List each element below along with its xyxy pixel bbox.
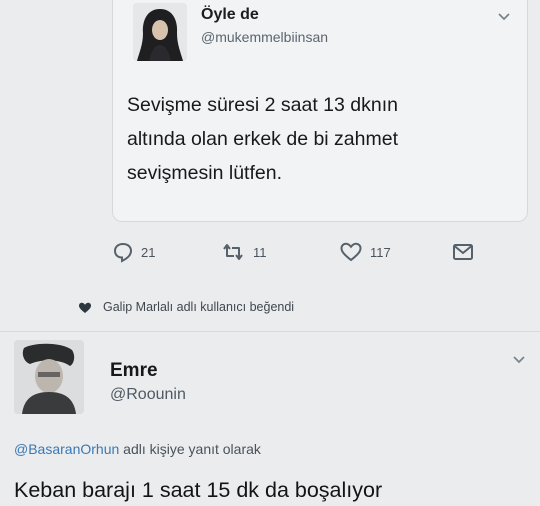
reply-display-name[interactable]: Emre (110, 360, 158, 382)
like-icon (340, 242, 362, 262)
reply-handle[interactable]: @Roounin (110, 386, 186, 404)
retweet-count: 11 (253, 244, 267, 260)
quoted-text-line: altında olan erkek de bi zahmet (127, 128, 399, 150)
heart-icon (79, 302, 91, 313)
like-notice-text: Galip Marlalı adlı kullanıcı beğendi (103, 300, 295, 314)
message-button[interactable] (452, 238, 474, 266)
chevron-down-icon[interactable] (512, 355, 526, 365)
retweet-icon (223, 244, 243, 260)
like-count: 117 (370, 244, 391, 260)
tweet-actions: 21 11 117 (0, 238, 540, 266)
quoted-display-name[interactable]: Öyle de (201, 6, 259, 24)
divider (0, 331, 540, 332)
reply-tweet-text: Keban barajı 1 saat 15 dk da boşalıyor (14, 478, 383, 502)
quoted-text-line: Sevişme süresi 2 saat 13 dknın (127, 94, 398, 116)
reply-context-suffix: adlı kişiye yanıt olarak (119, 441, 261, 457)
retweet-button[interactable]: 11 (220, 238, 267, 266)
quoted-tweet-card[interactable]: Öyle de @mukemmelbiinsan Sevişme süresi … (112, 0, 528, 222)
message-icon (453, 244, 473, 260)
like-notice[interactable]: Galip Marlalı adlı kullanıcı beğendi (78, 300, 294, 314)
quoted-tweet-text: Sevişme süresi 2 saat 13 dknın altında o… (127, 88, 522, 190)
reply-button[interactable]: 21 (112, 238, 155, 266)
quoted-handle[interactable]: @mukemmelbiinsan (201, 29, 328, 45)
quoted-user-avatar[interactable] (133, 3, 187, 61)
quoted-text-line: sevişmesin lütfen. (127, 162, 282, 184)
like-button[interactable]: 117 (339, 238, 391, 266)
chevron-down-icon[interactable] (497, 12, 511, 22)
reply-count: 21 (141, 244, 156, 260)
reply-context-mention[interactable]: @BasaranOrhun (14, 441, 119, 457)
reply-icon (113, 242, 133, 263)
reply-user-avatar[interactable] (14, 340, 84, 414)
reply-context: @BasaranOrhun adlı kişiye yanıt olarak (14, 441, 261, 457)
